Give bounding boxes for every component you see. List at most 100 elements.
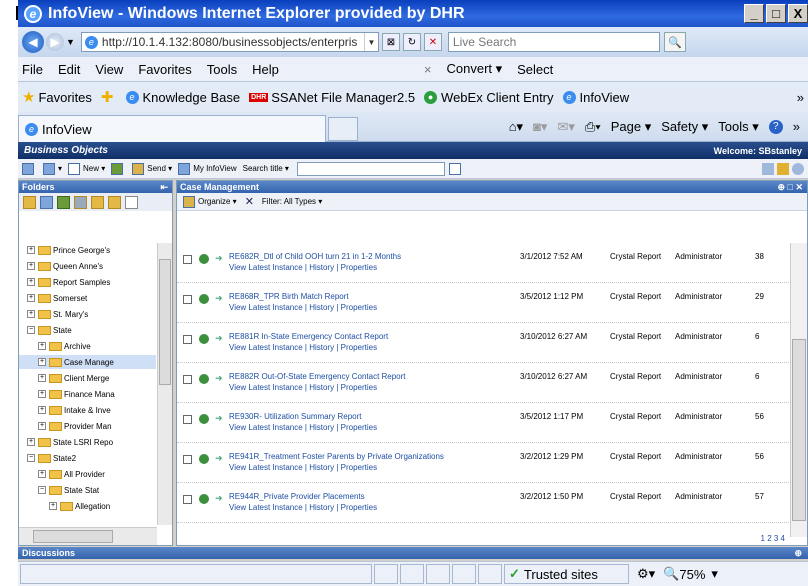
report-links[interactable]: View Latest Instance | History | Propert… <box>229 343 377 352</box>
folder-node[interactable]: + Client Merge <box>19 371 156 385</box>
folder-node[interactable]: − State <box>19 323 156 337</box>
folder-hscroll-thumb[interactable] <box>33 530 113 543</box>
folder-node[interactable]: + Somerset <box>19 291 156 305</box>
feeds-icon[interactable]: ◙▾ <box>533 119 547 135</box>
close-button[interactable]: X <box>788 4 808 23</box>
row-checkbox[interactable] <box>183 375 192 384</box>
action-arrow-icon[interactable]: ➜ <box>215 453 223 464</box>
move-folder-icon[interactable] <box>108 195 121 209</box>
favorites-button[interactable]: ★ Favorites <box>22 88 92 106</box>
folder-node[interactable]: + St. Mary's <box>19 307 156 321</box>
action-arrow-icon[interactable]: ➜ <box>215 413 223 424</box>
expand-icon[interactable]: ⊕ <box>794 548 802 559</box>
tools-menu[interactable]: Tools ▾ <box>718 119 759 135</box>
home-icon[interactable]: ⌂▾ <box>509 119 523 135</box>
myinfoview-button[interactable]: My InfoView <box>178 162 237 175</box>
refresh-icon[interactable] <box>57 195 70 209</box>
report-links[interactable]: View Latest Instance | History | Propert… <box>229 503 377 512</box>
expand-toggle-icon[interactable]: + <box>27 294 35 302</box>
back-button[interactable]: ◀ <box>22 31 44 53</box>
view-icon[interactable]: ▾ <box>43 162 62 175</box>
expand-toggle-icon[interactable]: − <box>27 326 35 334</box>
action-arrow-icon[interactable]: ➜ <box>215 293 223 304</box>
search-go-icon[interactable] <box>448 162 464 175</box>
expand-toggle-icon[interactable]: + <box>38 358 46 366</box>
select-button[interactable]: Select <box>517 62 553 77</box>
menu-close-x[interactable]: × <box>424 62 432 77</box>
menu-view[interactable]: View <box>95 62 123 77</box>
folder-node[interactable]: + Archive <box>19 339 156 353</box>
tab-infoview[interactable]: e InfoView <box>18 114 326 143</box>
favorites-more[interactable]: » <box>797 90 804 105</box>
safety-menu[interactable]: Safety ▾ <box>661 119 708 135</box>
folder-hscrollbar[interactable] <box>19 527 157 545</box>
report-title-link[interactable]: RE881R In-State Emergency Contact Report <box>229 332 388 341</box>
row-checkbox[interactable] <box>183 415 192 424</box>
properties-icon[interactable] <box>74 195 87 209</box>
expand-toggle-icon[interactable]: + <box>38 470 46 478</box>
filter-dropdown[interactable]: Filter: All Types ▾ <box>262 197 322 206</box>
expand-toggle-icon[interactable]: + <box>27 262 35 270</box>
address-dropdown-icon[interactable]: ▼ <box>363 33 378 51</box>
category-icon[interactable] <box>40 195 53 209</box>
new-tab-button[interactable] <box>328 116 358 141</box>
collapse-icon[interactable]: ⇤ <box>160 182 168 193</box>
folder-scroll-thumb[interactable] <box>159 259 171 385</box>
compat-icon[interactable]: ⊠ <box>381 33 400 51</box>
delete-icon[interactable]: ✕ <box>245 195 254 208</box>
protected-mode-icon[interactable]: ⚙▾ <box>637 566 655 582</box>
refresh-button[interactable] <box>111 162 126 175</box>
delete-icon[interactable] <box>125 195 138 209</box>
history-dropdown-icon[interactable]: ▼ <box>66 37 75 47</box>
preferences-icon[interactable] <box>762 162 774 175</box>
expand-toggle-icon[interactable]: − <box>38 486 46 494</box>
row-checkbox[interactable] <box>183 255 192 264</box>
expand-toggle-icon[interactable]: + <box>27 438 35 446</box>
folder-node[interactable]: + Intake & Inve <box>19 403 156 417</box>
send-button[interactable]: Send ▾ <box>132 162 172 175</box>
folder-node[interactable]: + All Provider <box>19 467 156 481</box>
report-links[interactable]: View Latest Instance | History | Propert… <box>229 303 377 312</box>
zoom-control[interactable]: 🔍 75% ▾ <box>663 566 718 582</box>
minimize-button[interactable]: _ <box>744 4 764 23</box>
fav-infoview[interactable]: e InfoView <box>562 90 629 105</box>
stop-icon[interactable]: ✕ <box>423 33 442 51</box>
report-title-link[interactable]: RE682R_Dtl of Child OOH turn 21 in 1-2 M… <box>229 252 401 261</box>
expand-toggle-icon[interactable]: + <box>38 390 46 398</box>
folder-node[interactable]: + Queen Anne's <box>19 259 156 273</box>
row-checkbox[interactable] <box>183 495 192 504</box>
organize-menu[interactable]: Organize ▾ <box>198 197 237 206</box>
expand-toggle-icon[interactable]: + <box>38 422 46 430</box>
action-arrow-icon[interactable]: ➜ <box>215 373 223 384</box>
action-arrow-icon[interactable]: ➜ <box>215 493 223 504</box>
folder-node[interactable]: + Provider Man <box>19 419 156 433</box>
commandbar-more[interactable]: » <box>793 119 800 134</box>
help-icon[interactable]: ? <box>768 119 783 134</box>
search-title-dropdown[interactable]: Search title ▾ <box>243 164 289 173</box>
help-icon[interactable] <box>792 162 804 175</box>
convert-button[interactable]: Convert ▾ <box>446 61 502 77</box>
folder-node[interactable]: + Allegation <box>19 499 156 513</box>
row-checkbox[interactable] <box>183 335 192 344</box>
page-menu[interactable]: Page ▾ <box>611 119 652 135</box>
folder-node[interactable]: − State2 <box>19 451 156 465</box>
lock-icon[interactable] <box>777 162 789 175</box>
menu-tools[interactable]: Tools <box>207 62 237 77</box>
expand-toggle-icon[interactable]: + <box>27 278 35 286</box>
menu-favorites[interactable]: Favorites <box>138 62 191 77</box>
folder-node[interactable]: + Case Manage <box>19 355 156 369</box>
folder-node[interactable]: + Report Samples <box>19 275 156 289</box>
mail-icon[interactable]: ✉▾ <box>557 119 574 135</box>
forward-button[interactable]: ▶ <box>46 33 64 51</box>
report-title-link[interactable]: RE882R Out-Of-State Emergency Contact Re… <box>229 372 406 381</box>
report-title-link[interactable]: RE944R_Private Provider Placements <box>229 492 365 501</box>
menu-file[interactable]: File <box>22 62 43 77</box>
folder-icon[interactable] <box>23 195 36 209</box>
menu-help[interactable]: Help <box>252 62 279 77</box>
folder-vscrollbar[interactable] <box>157 243 172 525</box>
expand-toggle-icon[interactable]: − <box>27 454 35 462</box>
new-folder-icon[interactable] <box>91 195 104 209</box>
report-links[interactable]: View Latest Instance | History | Propert… <box>229 383 377 392</box>
security-zone[interactable]: ✓ Trusted sites <box>504 564 629 584</box>
report-vscrollbar[interactable] <box>790 243 807 537</box>
